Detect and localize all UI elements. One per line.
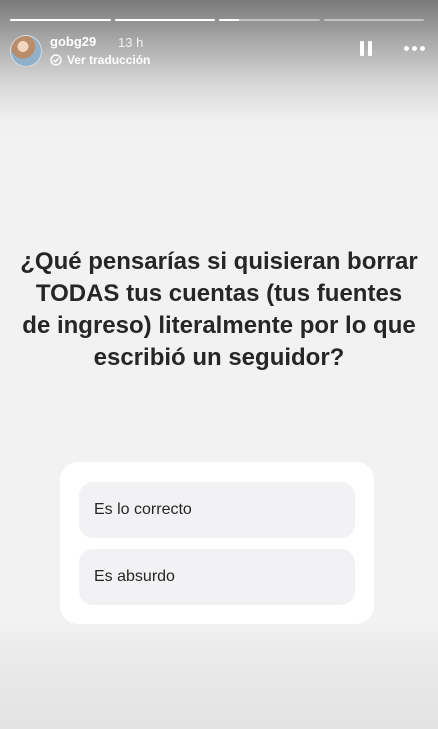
progress-fill: [219, 19, 240, 21]
poll-option-absurd[interactable]: Es absurdo: [79, 549, 355, 605]
progress-fill: [10, 19, 111, 21]
progress-segment: [219, 19, 320, 21]
story-progress-bar: [10, 19, 424, 21]
post-time: 13 h: [118, 35, 144, 50]
poll-sticker: Es lo correcto Es absurdo: [60, 462, 374, 624]
translate-button[interactable]: Ver traducción: [50, 53, 150, 67]
username[interactable]: gobg29: [50, 34, 96, 49]
translate-icon: [50, 54, 62, 66]
translate-label: Ver traducción: [67, 53, 151, 67]
story-viewer[interactable]: gobg29 13 h Ver traducción ¿Qué pensaría…: [0, 0, 438, 729]
poll-option-correct[interactable]: Es lo correcto: [79, 482, 355, 538]
more-icon[interactable]: [404, 46, 426, 52]
progress-segment: [323, 19, 424, 21]
poll-option-label: Es lo correcto: [94, 501, 192, 518]
progress-segment: [114, 19, 215, 21]
progress-fill: [114, 19, 215, 21]
story-header: gobg29 13 h Ver traducción: [10, 33, 426, 69]
progress-segment: [10, 19, 111, 21]
question-text: ¿Qué pensarías si quisieran borrar TODAS…: [20, 248, 418, 371]
poll-option-label: Es absurdo: [94, 568, 175, 585]
pause-icon[interactable]: [360, 41, 374, 57]
avatar[interactable]: [10, 35, 42, 67]
